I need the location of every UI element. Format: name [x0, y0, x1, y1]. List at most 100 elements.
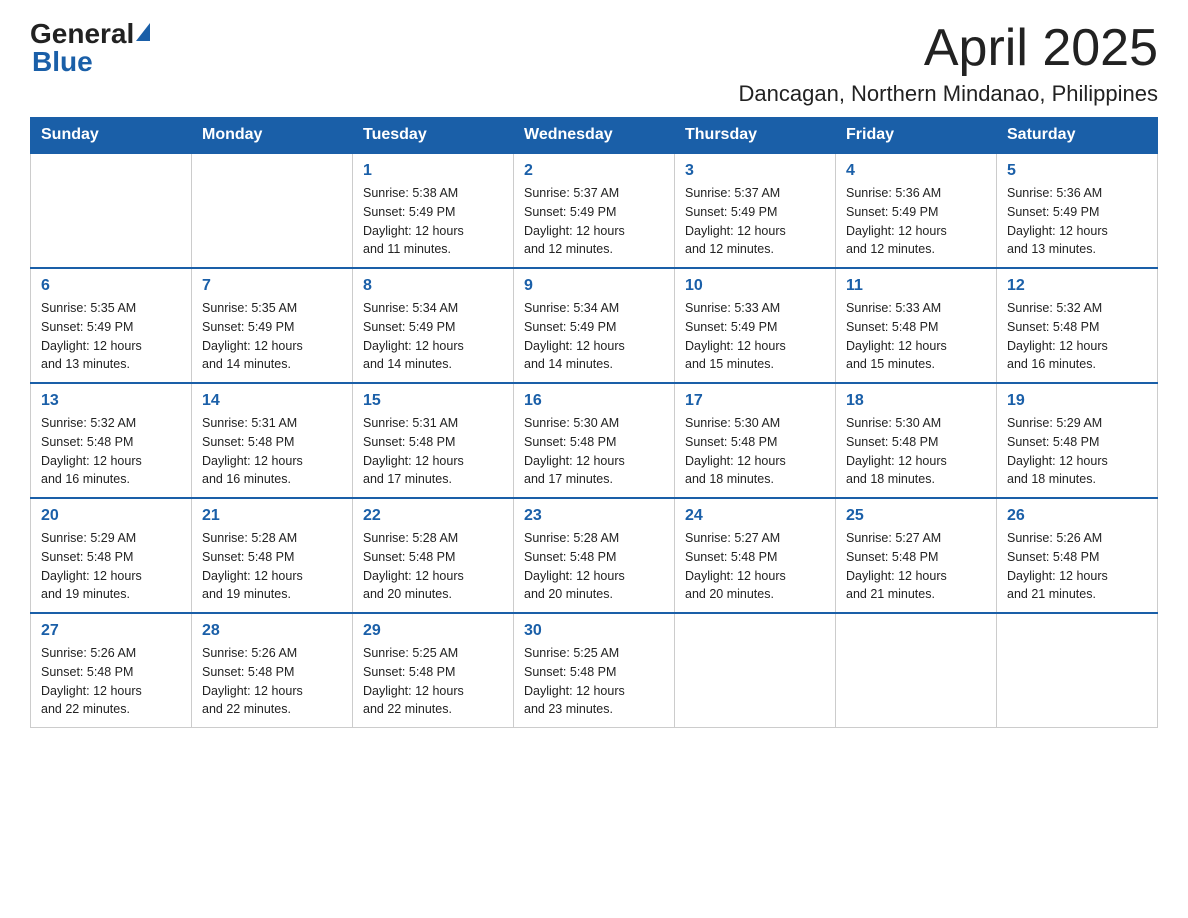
day-number: 20 [41, 507, 181, 525]
day-cell: 24 Sunrise: 5:27 AMSunset: 5:48 PMDayligh… [675, 498, 836, 613]
header-wednesday: Wednesday [514, 118, 675, 154]
day-info: Sunrise: 5:30 AMSunset: 5:48 PMDaylight:… [846, 414, 986, 489]
day-info: Sunrise: 5:28 AMSunset: 5:48 PMDaylight:… [363, 529, 503, 604]
logo-blue-text: Blue [32, 46, 93, 77]
day-cell: 28Sunrise: 5:26 AMSunset: 5:48 PMDayligh… [192, 613, 353, 728]
day-cell: 3Sunrise: 5:37 AMSunset: 5:49 PMDaylight… [675, 153, 836, 268]
logo-triangle-icon [136, 23, 150, 41]
day-cell: 6 Sunrise: 5:35 AMSunset: 5:49 PMDaylight… [31, 268, 192, 383]
day-info: Sunrise: 5:33 AMSunset: 5:49 PMDaylight:… [685, 299, 825, 374]
logo-area: General Blue [30, 20, 152, 78]
day-number: 3 [685, 162, 825, 180]
day-info: Sunrise: 5:32 AMSunset: 5:48 PMDaylight:… [1007, 299, 1147, 374]
day-info: Sunrise: 5:34 AMSunset: 5:49 PMDaylight:… [524, 299, 664, 374]
month-title: April 2025 [739, 20, 1158, 77]
day-cell: 7Sunrise: 5:35 AMSunset: 5:49 PMDaylight… [192, 268, 353, 383]
day-number: 12 [1007, 277, 1147, 295]
day-number: 19 [1007, 392, 1147, 410]
day-cell [675, 613, 836, 728]
day-cell: 11 Sunrise: 5:33 AMSunset: 5:48 PMDayligh… [836, 268, 997, 383]
logo: General [30, 20, 152, 48]
day-cell: 16 Sunrise: 5:30 AMSunset: 5:48 PMDayligh… [514, 383, 675, 498]
weekday-header-row: Sunday Monday Tuesday Wednesday Thursday… [31, 118, 1158, 154]
day-cell: 23 Sunrise: 5:28 AMSunset: 5:48 PMDayligh… [514, 498, 675, 613]
day-cell: 5 Sunrise: 5:36 AMSunset: 5:49 PMDaylight… [997, 153, 1158, 268]
calendar-table: Sunday Monday Tuesday Wednesday Thursday… [30, 117, 1158, 728]
header-monday: Monday [192, 118, 353, 154]
day-info: Sunrise: 5:31 AMSunset: 5:48 PMDaylight:… [363, 414, 503, 489]
day-cell: 30Sunrise: 5:25 AMSunset: 5:48 PMDayligh… [514, 613, 675, 728]
day-info: Sunrise: 5:28 AMSunset: 5:48 PMDaylight:… [524, 529, 664, 604]
day-info: Sunrise: 5:34 AMSunset: 5:49 PMDaylight:… [363, 299, 503, 374]
title-area: April 2025 Dancagan, Northern Mindanao, … [739, 20, 1158, 107]
day-number: 16 [524, 392, 664, 410]
day-info: Sunrise: 5:35 AMSunset: 5:49 PMDaylight:… [202, 299, 342, 374]
day-info: Sunrise: 5:36 AMSunset: 5:49 PMDaylight:… [846, 184, 986, 259]
day-info: Sunrise: 5:30 AMSunset: 5:48 PMDaylight:… [524, 414, 664, 489]
day-info: Sunrise: 5:32 AMSunset: 5:48 PMDaylight:… [41, 414, 181, 489]
day-info: Sunrise: 5:29 AMSunset: 5:48 PMDaylight:… [1007, 414, 1147, 489]
day-cell: 4 Sunrise: 5:36 AMSunset: 5:49 PMDaylight… [836, 153, 997, 268]
logo-general-text: General [30, 20, 134, 48]
day-info: Sunrise: 5:36 AMSunset: 5:49 PMDaylight:… [1007, 184, 1147, 259]
day-info: Sunrise: 5:37 AMSunset: 5:49 PMDaylight:… [524, 184, 664, 259]
day-info: Sunrise: 5:38 AMSunset: 5:49 PMDaylight:… [363, 184, 503, 259]
day-number: 28 [202, 622, 342, 640]
day-number: 21 [202, 507, 342, 525]
day-info: Sunrise: 5:26 AMSunset: 5:48 PMDaylight:… [1007, 529, 1147, 604]
header: General Blue April 2025 Dancagan, Northe… [30, 20, 1158, 107]
header-thursday: Thursday [675, 118, 836, 154]
location-title: Dancagan, Northern Mindanao, Philippines [739, 81, 1158, 107]
day-number: 26 [1007, 507, 1147, 525]
day-number: 24 [685, 507, 825, 525]
day-number: 30 [524, 622, 664, 640]
day-info: Sunrise: 5:28 AMSunset: 5:48 PMDaylight:… [202, 529, 342, 604]
week-row-3: 13 Sunrise: 5:32 AMSunset: 5:48 PMDayligh… [31, 383, 1158, 498]
day-info: Sunrise: 5:25 AMSunset: 5:48 PMDaylight:… [363, 644, 503, 719]
day-number: 13 [41, 392, 181, 410]
day-cell: 21 Sunrise: 5:28 AMSunset: 5:48 PMDayligh… [192, 498, 353, 613]
week-row-4: 20Sunrise: 5:29 AMSunset: 5:48 PMDayligh… [31, 498, 1158, 613]
day-cell [31, 153, 192, 268]
day-cell: 25 Sunrise: 5:27 AMSunset: 5:48 PMDayligh… [836, 498, 997, 613]
day-number: 15 [363, 392, 503, 410]
day-info: Sunrise: 5:35 AMSunset: 5:49 PMDaylight:… [41, 299, 181, 374]
day-info: Sunrise: 5:27 AMSunset: 5:48 PMDaylight:… [846, 529, 986, 604]
day-number: 23 [524, 507, 664, 525]
day-cell: 22 Sunrise: 5:28 AMSunset: 5:48 PMDayligh… [353, 498, 514, 613]
day-cell: 20Sunrise: 5:29 AMSunset: 5:48 PMDayligh… [31, 498, 192, 613]
day-cell [192, 153, 353, 268]
day-cell: 15 Sunrise: 5:31 AMSunset: 5:48 PMDayligh… [353, 383, 514, 498]
day-info: Sunrise: 5:31 AMSunset: 5:48 PMDaylight:… [202, 414, 342, 489]
day-number: 22 [363, 507, 503, 525]
day-cell: 14 Sunrise: 5:31 AMSunset: 5:48 PMDayligh… [192, 383, 353, 498]
day-cell: 19 Sunrise: 5:29 AMSunset: 5:48 PMDayligh… [997, 383, 1158, 498]
day-info: Sunrise: 5:27 AMSunset: 5:48 PMDaylight:… [685, 529, 825, 604]
day-number: 9 [524, 277, 664, 295]
day-number: 1 [363, 162, 503, 180]
day-number: 27 [41, 622, 181, 640]
day-number: 25 [846, 507, 986, 525]
day-number: 6 [41, 277, 181, 295]
day-number: 14 [202, 392, 342, 410]
day-number: 29 [363, 622, 503, 640]
day-cell: 9 Sunrise: 5:34 AMSunset: 5:49 PMDaylight… [514, 268, 675, 383]
header-friday: Friday [836, 118, 997, 154]
day-number: 4 [846, 162, 986, 180]
day-cell: 17 Sunrise: 5:30 AMSunset: 5:48 PMDayligh… [675, 383, 836, 498]
header-tuesday: Tuesday [353, 118, 514, 154]
day-info: Sunrise: 5:33 AMSunset: 5:48 PMDaylight:… [846, 299, 986, 374]
day-cell [997, 613, 1158, 728]
day-info: Sunrise: 5:30 AMSunset: 5:48 PMDaylight:… [685, 414, 825, 489]
day-number: 17 [685, 392, 825, 410]
week-row-1: 1 Sunrise: 5:38 AMSunset: 5:49 PMDaylight… [31, 153, 1158, 268]
day-number: 18 [846, 392, 986, 410]
day-cell: 12 Sunrise: 5:32 AMSunset: 5:48 PMDayligh… [997, 268, 1158, 383]
week-row-2: 6 Sunrise: 5:35 AMSunset: 5:49 PMDaylight… [31, 268, 1158, 383]
day-cell: 26 Sunrise: 5:26 AMSunset: 5:48 PMDayligh… [997, 498, 1158, 613]
day-cell: 29 Sunrise: 5:25 AMSunset: 5:48 PMDayligh… [353, 613, 514, 728]
day-number: 10 [685, 277, 825, 295]
day-cell: 2Sunrise: 5:37 AMSunset: 5:49 PMDaylight… [514, 153, 675, 268]
day-number: 11 [846, 277, 986, 295]
day-number: 5 [1007, 162, 1147, 180]
